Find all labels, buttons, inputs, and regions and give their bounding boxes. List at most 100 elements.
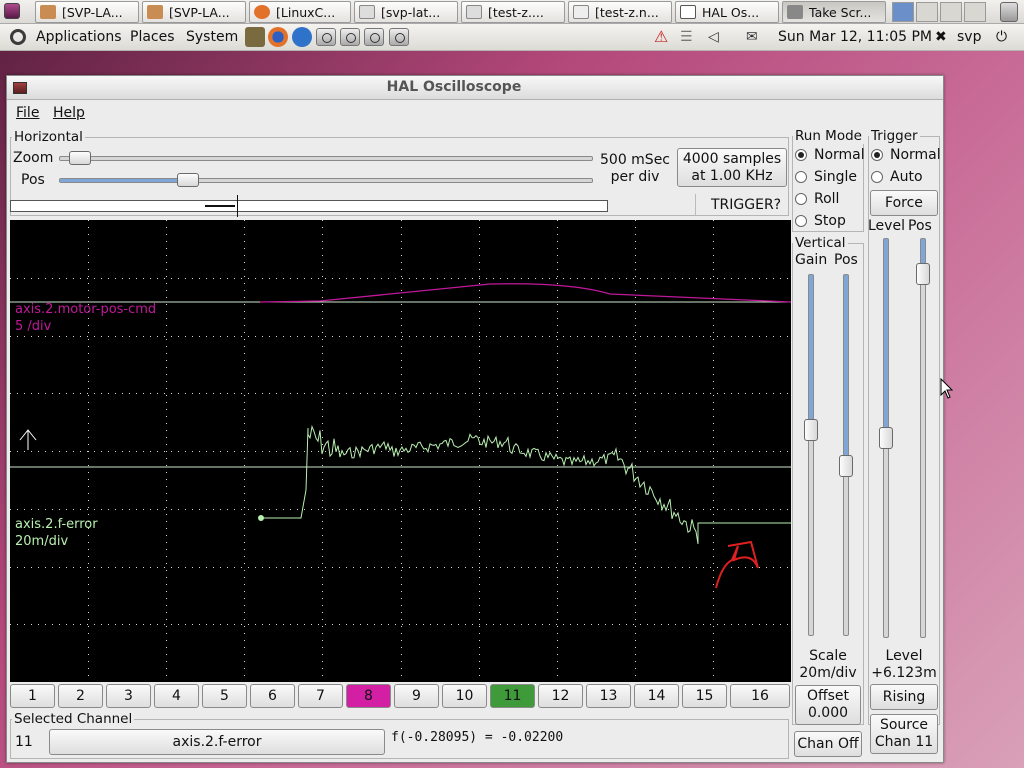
channel-button-8[interactable]: 8 (346, 684, 391, 708)
mail-icon[interactable]: ✉ (746, 29, 758, 45)
firefox-icon (254, 5, 270, 19)
scale-readout: Scale 20m/div (793, 648, 863, 682)
window-title: HAL Oscilloscope (386, 79, 522, 95)
cursor-readout: f(-0.28095) = -0.02200 (391, 730, 564, 745)
menu-places[interactable]: Places (130, 29, 175, 45)
workspace-2[interactable] (916, 2, 938, 22)
workspace-4[interactable] (964, 2, 986, 22)
camera-icon (787, 5, 803, 19)
clock[interactable]: Sun Mar 12, 11:05 PM (778, 29, 932, 45)
gimp-icon[interactable] (245, 27, 265, 47)
firefox-icon[interactable] (268, 27, 288, 47)
selected-channel-label: Selected Channel (12, 711, 135, 727)
offset-value: 0.000 (807, 705, 849, 721)
channel-button-3[interactable]: 3 (106, 684, 151, 708)
task-label: Take Scr... (809, 4, 872, 20)
trigger-mode-normal[interactable]: Normal (871, 147, 941, 163)
run-mode-normal[interactable]: Normal (795, 147, 865, 163)
pos-slider[interactable] (59, 178, 593, 183)
channel-button-12[interactable]: 12 (538, 684, 583, 708)
gain-slider-thumb[interactable] (804, 419, 818, 441)
task-button-3[interactable]: [LinuxC... (249, 1, 351, 23)
run-mode-stop[interactable]: Stop (795, 213, 846, 229)
rate-line2: per div (610, 169, 660, 185)
pos-slider-fill (60, 179, 183, 182)
channel-button-14[interactable]: 14 (634, 684, 679, 708)
workspace-1[interactable] (892, 2, 914, 22)
launcher-4-icon[interactable] (389, 28, 409, 46)
trigger-edge-label: Rising (882, 689, 926, 705)
warning-icon[interactable]: ⚠ (654, 27, 668, 46)
menu-file[interactable]: File (16, 105, 39, 121)
menu-applications[interactable]: Applications (36, 29, 122, 45)
run-mode-label: Run Mode (793, 128, 864, 144)
zoom-slider-thumb[interactable] (69, 151, 92, 165)
show-desktop-icon[interactable] (4, 3, 20, 19)
chan-off-button[interactable]: Chan Off (794, 731, 862, 757)
zoom-slider[interactable] (59, 156, 593, 161)
task-label: [test-z.n... (595, 4, 659, 20)
channel-button-11[interactable]: 11 (490, 684, 535, 708)
run-mode-single[interactable]: Single (795, 169, 857, 185)
task-button-1[interactable]: [SVP-LA... (35, 1, 139, 23)
launcher-3-icon[interactable] (364, 28, 384, 46)
volume-icon[interactable]: ◁ (708, 29, 719, 45)
samples-line1: 4000 samples (682, 150, 782, 167)
offset-label: Offset (806, 688, 850, 704)
ch11-scale: 20m/div (15, 534, 68, 549)
channel-button-16[interactable]: 16 (730, 684, 790, 708)
run-mode-roll[interactable]: Roll (795, 191, 839, 207)
sample-rate-readout: 500 mSec per div (600, 152, 670, 186)
trash-icon[interactable] (1000, 2, 1018, 22)
power-icon[interactable]: ⏻ (996, 29, 1007, 45)
rate-line1: 500 mSec (600, 152, 671, 168)
user-icon[interactable]: ✖ (935, 29, 947, 45)
folder-icon (147, 5, 163, 19)
trigger-mode-auto[interactable]: Auto (871, 169, 923, 185)
trigger-level-slider-thumb[interactable] (879, 427, 893, 449)
menu-system[interactable]: System (186, 29, 238, 45)
gain-slider[interactable] (808, 274, 814, 636)
task-button-6[interactable]: [test-z.n... (568, 1, 672, 23)
channel-button-1[interactable]: 1 (10, 684, 55, 708)
trigger-pos-slider[interactable] (920, 238, 926, 638)
task-label: [SVP-LA... (169, 4, 230, 20)
task-label: [svp-lat... (381, 4, 441, 20)
task-button-7[interactable]: HAL Os... (675, 1, 779, 23)
channel-button-15[interactable]: 15 (682, 684, 727, 708)
selected-channel-name-button[interactable]: axis.2.f-error (49, 729, 385, 755)
channel-button-10[interactable]: 10 (442, 684, 487, 708)
channel-button-5[interactable]: 5 (202, 684, 247, 708)
samples-button[interactable]: 4000 samples at 1.00 KHz (677, 148, 787, 187)
trigger-edge-button[interactable]: Rising (870, 684, 938, 710)
channel-button-7[interactable]: 7 (298, 684, 343, 708)
offset-button[interactable]: Offset 0.000 (795, 685, 861, 725)
force-button[interactable]: Force (870, 190, 938, 216)
task-button-2[interactable]: [SVP-LA... (142, 1, 246, 23)
channel-button-2[interactable]: 2 (58, 684, 103, 708)
pos-slider-thumb[interactable] (176, 173, 199, 187)
network-icon[interactable]: ☰ (680, 29, 693, 45)
titlebar[interactable]: HAL Oscilloscope (7, 76, 943, 100)
launcher-2-icon[interactable] (340, 28, 360, 46)
channel-button-6[interactable]: 6 (250, 684, 295, 708)
vertical-pos-slider-thumb[interactable] (839, 455, 853, 477)
help-icon[interactable] (292, 27, 312, 47)
task-button-8[interactable]: Take Scr... (782, 1, 886, 23)
channel-button-9[interactable]: 9 (394, 684, 439, 708)
trigger-source-button[interactable]: Source Chan 11 (870, 714, 938, 754)
channel-button-4[interactable]: 4 (154, 684, 199, 708)
vertical-pos-slider-fill (844, 275, 848, 465)
ubuntu-logo-icon[interactable] (10, 29, 26, 45)
trigger-level-label: Level (868, 218, 905, 234)
task-button-5[interactable]: [test-z.... (461, 1, 565, 23)
workspace-3[interactable] (940, 2, 962, 22)
channel-button-13[interactable]: 13 (586, 684, 631, 708)
menu-help[interactable]: Help (53, 105, 85, 121)
oscilloscope-display[interactable]: axis.2.motor-pos-cmd 5 /div axis.2.f-err… (10, 220, 791, 682)
launcher-1-icon[interactable] (316, 28, 336, 46)
trigger-pos-slider-thumb[interactable] (916, 263, 930, 285)
user-name[interactable]: svp (957, 29, 981, 45)
radio-button-icon (871, 171, 883, 183)
task-button-4[interactable]: [svp-lat... (354, 1, 458, 23)
